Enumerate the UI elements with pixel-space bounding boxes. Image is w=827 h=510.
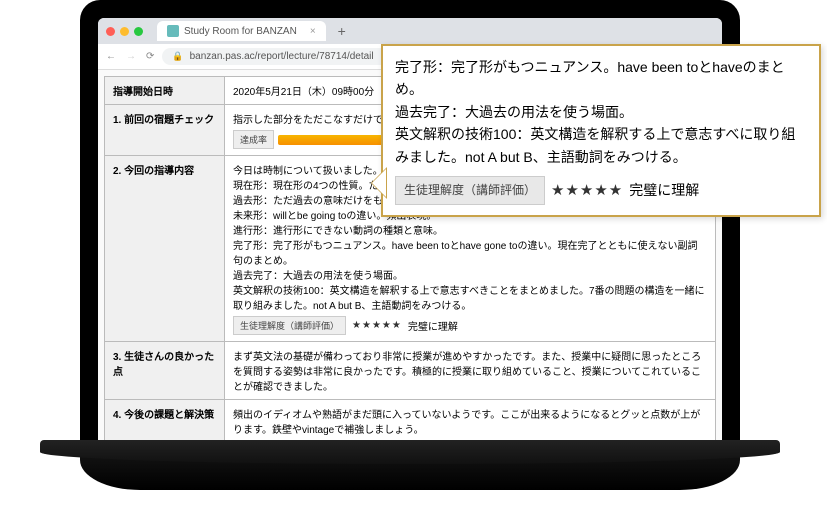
star-icon: ★★★★★ <box>352 320 402 331</box>
laptop-base <box>80 440 740 490</box>
browser-tab-bar: Study Room for BANZAN × + <box>98 18 722 44</box>
table-row: 3. 生徒さんの良かった点 まず英文法の基礎が備わっており非常に授業が進めやすか… <box>105 342 716 400</box>
callout-tail-icon <box>355 167 387 199</box>
reload-icon[interactable]: ⟳ <box>146 51 154 62</box>
back-icon[interactable]: ← <box>106 51 116 62</box>
row-label: 4. 今後の課題と解決策 <box>105 400 225 441</box>
table-row: 4. 今後の課題と解決策 頻出のイディオムや熟語がまだ頭に入っていないようです。… <box>105 400 716 441</box>
callout-text: 完了形：完了形がもつニュアンス。have been toとhaveのまとめ。 過… <box>395 56 807 168</box>
row-value: まず英文法の基礎が備わっており非常に授業が進めやすかったです。また、授業中に疑問… <box>225 342 716 400</box>
rating-text: 完璧に理解 <box>408 318 458 333</box>
maximize-icon[interactable] <box>134 27 143 36</box>
row-label: 3. 生徒さんの良かった点 <box>105 342 225 400</box>
favicon-icon <box>167 25 179 37</box>
rating-row: 生徒理解度（講師評価） ★★★★★ 完璧に理解 <box>233 316 707 335</box>
rating-text: 完璧に理解 <box>629 179 699 201</box>
row-value: 頻出のイディオムや熟語がまだ頭に入っていないようです。ここが出来るようになるとグ… <box>225 400 716 441</box>
new-tab-button[interactable]: + <box>332 23 352 39</box>
row-label: 2. 今回の指導内容 <box>105 156 225 342</box>
minimize-icon[interactable] <box>120 27 129 36</box>
forward-icon[interactable]: → <box>126 51 136 62</box>
url-text: banzan.pas.ac/report/lecture/78714/detai… <box>190 51 374 62</box>
window-controls <box>106 27 143 36</box>
star-icon: ★★★★★ <box>551 179 623 203</box>
callout-bubble: 完了形：完了形がもつニュアンス。have been toとhaveのまとめ。 過… <box>381 44 821 217</box>
browser-tab[interactable]: Study Room for BANZAN × <box>157 21 326 41</box>
row-label: 指導開始日時 <box>105 77 225 105</box>
rating-row: 生徒理解度（講師評価） ★★★★★ 完璧に理解 <box>395 176 807 205</box>
tab-title: Study Room for BANZAN <box>184 26 297 37</box>
tab-close-icon[interactable]: × <box>310 26 316 37</box>
achievement-label: 達成率 <box>233 130 274 149</box>
lock-icon: 🔒 <box>172 51 183 62</box>
rating-label: 生徒理解度（講師評価） <box>233 316 346 335</box>
close-icon[interactable] <box>106 27 115 36</box>
rating-label: 生徒理解度（講師評価） <box>395 176 545 205</box>
row-label: 1. 前回の宿題チェック <box>105 105 225 156</box>
